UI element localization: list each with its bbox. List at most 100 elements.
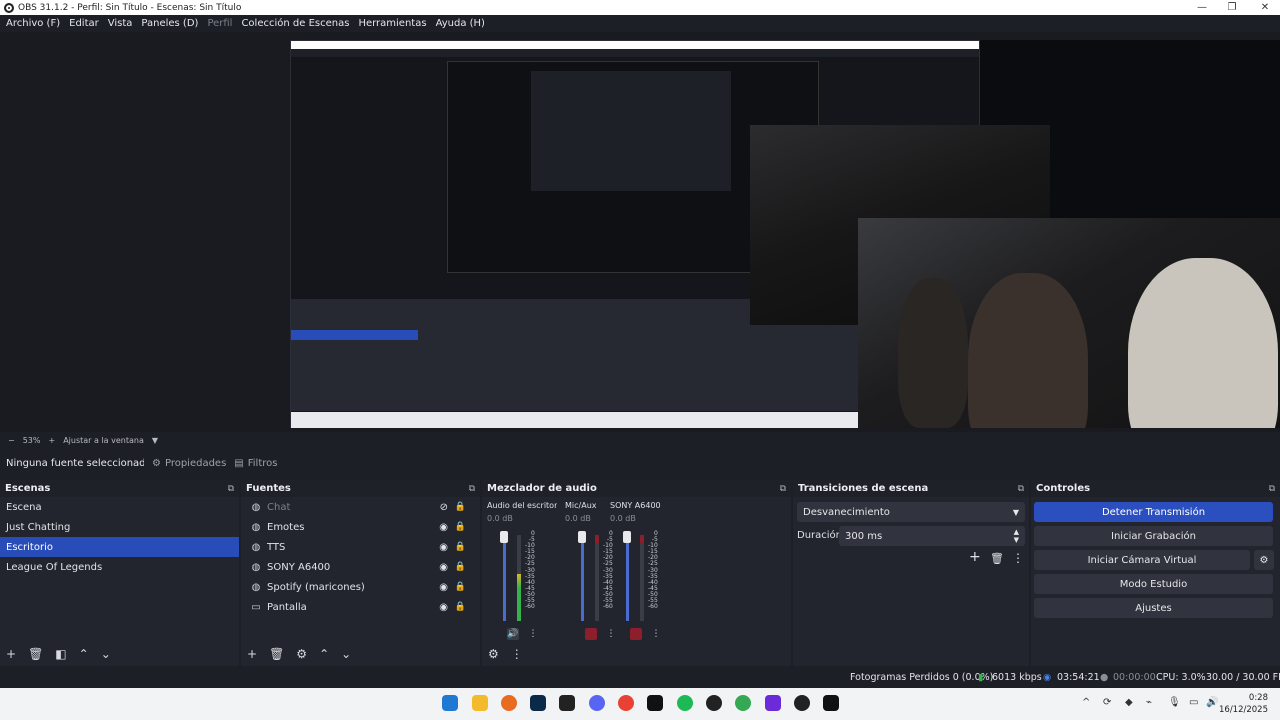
eye-icon[interactable]: ◉ — [439, 602, 448, 613]
menu-paneles[interactable]: Paneles (D) — [141, 18, 198, 29]
eye-icon[interactable]: ◉ — [439, 522, 448, 533]
lock-icon[interactable]: 🔒 — [455, 602, 466, 612]
remove-scene-icon[interactable]: 🗑 — [28, 647, 43, 661]
app2-icon[interactable] — [765, 695, 781, 711]
zoom-dropdown-icon[interactable]: ▼ — [152, 436, 158, 445]
mixer-advanced-icon[interactable]: ⚙ — [488, 647, 499, 661]
add-scene-icon[interactable]: + — [6, 647, 16, 661]
mixer-menu-icon[interactable]: ⋮ — [511, 647, 523, 661]
dock-float-icon[interactable]: ⧉ — [1018, 484, 1024, 494]
source-item[interactable]: ◍ Emotes ◉ 🔒 — [241, 517, 480, 537]
move-down-icon[interactable]: ⌄ — [341, 647, 351, 661]
scene-item[interactable]: Just Chatting — [0, 517, 239, 537]
tray-caret-icon[interactable]: ^ — [1082, 697, 1090, 708]
close-button[interactable]: ✕ — [1250, 0, 1280, 15]
fit-window-label[interactable]: Ajustar a la ventana — [63, 436, 144, 445]
add-source-icon[interactable]: + — [247, 647, 257, 661]
fader-handle[interactable] — [578, 531, 586, 543]
volume-fader[interactable] — [503, 537, 506, 621]
menu-perfil[interactable]: Perfil — [207, 18, 232, 29]
move-down-icon[interactable]: ⌄ — [101, 647, 111, 661]
app-icon[interactable] — [559, 695, 575, 711]
duration-spinbox[interactable]: 300 ms ▲ ▼ — [839, 526, 1025, 546]
source-item[interactable]: ▭ Pantalla ◉ 🔒 — [241, 597, 480, 617]
photoshop-icon[interactable] — [530, 695, 546, 711]
eye-icon[interactable]: ◉ — [439, 562, 448, 573]
volume-fader[interactable] — [581, 537, 584, 621]
source-item[interactable]: ◍ Spotify (maricones) ◉ 🔒 — [241, 577, 480, 597]
menu-editar[interactable]: Editar — [69, 18, 99, 29]
virtual-camera-settings-button[interactable]: ⚙ — [1254, 550, 1274, 570]
source-item[interactable]: ◍ TTS ◉ 🔒 — [241, 537, 480, 557]
spin-arrows-icon[interactable]: ▲ ▼ — [1014, 528, 1019, 544]
obs-icon[interactable] — [706, 695, 722, 711]
stop-stream-button[interactable]: Detener Transmisión — [1034, 502, 1273, 522]
properties-button[interactable]: ⚙ Propiedades — [152, 458, 226, 469]
lock-icon[interactable]: 🔒 — [455, 522, 466, 532]
menu-coleccion[interactable]: Colección de Escenas — [241, 18, 349, 29]
move-up-icon[interactable]: ⌃ — [79, 647, 89, 661]
stream-preview-canvas[interactable] — [290, 40, 1280, 428]
live-app-icon[interactable] — [647, 695, 663, 711]
chrome-profile-icon[interactable] — [735, 695, 751, 711]
channel-menu-icon[interactable]: ⋮ — [650, 628, 662, 640]
transition-menu-icon[interactable]: ⋮ — [1012, 551, 1024, 565]
menu-herramientas[interactable]: Herramientas — [358, 18, 426, 29]
channel-menu-icon[interactable]: ⋮ — [527, 628, 539, 640]
scene-filters-icon[interactable]: ◧ — [55, 647, 66, 661]
remove-transition-icon[interactable]: 🗑 — [990, 552, 1004, 565]
settings-button[interactable]: Ajustes — [1034, 598, 1273, 618]
tray-app-icon[interactable]: ◆ — [1125, 697, 1133, 708]
eye-icon[interactable]: ◉ — [439, 542, 448, 553]
microphone-icon[interactable]: 🎙 — [1168, 697, 1181, 708]
discord-icon[interactable] — [589, 695, 605, 711]
sync-icon[interactable]: ⟳ — [1103, 697, 1111, 708]
network-icon[interactable]: ⌁ — [1146, 697, 1152, 708]
muted-speaker-icon[interactable] — [630, 628, 642, 640]
move-up-icon[interactable]: ⌃ — [319, 647, 329, 661]
source-item[interactable]: ◍ SONY A6400 ◉ 🔒 — [241, 557, 480, 577]
scene-item[interactable]: Escena — [0, 497, 239, 517]
volume-fader[interactable] — [626, 537, 629, 621]
display-icon[interactable]: ▭ — [1189, 697, 1198, 708]
fader-handle[interactable] — [500, 531, 508, 543]
source-item[interactable]: ◍ Chat ⊘ 🔒 — [241, 497, 480, 517]
start-icon[interactable] — [442, 695, 458, 711]
menu-archivo[interactable]: Archivo (F) — [6, 18, 60, 29]
add-transition-icon[interactable]: + — [969, 549, 981, 565]
eye-icon[interactable]: ◉ — [439, 582, 448, 593]
minimize-button[interactable]: — — [1187, 0, 1217, 15]
browser-icon[interactable] — [501, 695, 517, 711]
dock-float-icon[interactable]: ⧉ — [780, 484, 786, 494]
spotify-icon[interactable] — [677, 695, 693, 711]
virtual-camera-button[interactable]: Iniciar Cámara Virtual — [1034, 550, 1250, 570]
studio-mode-button[interactable]: Modo Estudio — [1034, 574, 1273, 594]
lock-icon[interactable]: 🔒 — [455, 582, 466, 592]
maximize-button[interactable]: ❐ — [1217, 0, 1247, 15]
chrome-icon[interactable] — [618, 695, 634, 711]
zoom-in-button[interactable]: + — [48, 436, 55, 445]
filters-button[interactable]: ▤ Filtros — [234, 458, 277, 469]
lock-icon[interactable]: 🔒 — [455, 562, 466, 572]
media-player-icon[interactable] — [794, 695, 810, 711]
remove-source-icon[interactable]: 🗑 — [269, 647, 284, 661]
fader-handle[interactable] — [623, 531, 631, 543]
live-app2-icon[interactable] — [823, 695, 839, 711]
dock-float-icon[interactable]: ⧉ — [469, 484, 475, 494]
volume-icon[interactable]: 🔊 — [1206, 697, 1218, 708]
transition-select[interactable]: Desvanecimiento ▼ — [797, 502, 1025, 522]
source-settings-icon[interactable]: ⚙ — [296, 647, 307, 661]
scene-item[interactable]: Escritorio — [0, 537, 239, 557]
lock-icon[interactable]: 🔒 — [455, 542, 466, 552]
file-explorer-icon[interactable] — [472, 695, 488, 711]
menu-ayuda[interactable]: Ayuda (H) — [436, 18, 485, 29]
start-recording-button[interactable]: Iniciar Grabación — [1034, 526, 1273, 546]
scene-item[interactable]: League Of Legends — [0, 557, 239, 577]
speaker-icon[interactable]: 🔊 — [507, 628, 519, 640]
dock-float-icon[interactable]: ⧉ — [1269, 484, 1275, 494]
eye-hidden-icon[interactable]: ⊘ — [440, 502, 448, 513]
dock-float-icon[interactable]: ⧉ — [228, 484, 234, 494]
muted-speaker-icon[interactable] — [585, 628, 597, 640]
menu-vista[interactable]: Vista — [108, 18, 133, 29]
lock-icon[interactable]: 🔒 — [455, 502, 466, 512]
